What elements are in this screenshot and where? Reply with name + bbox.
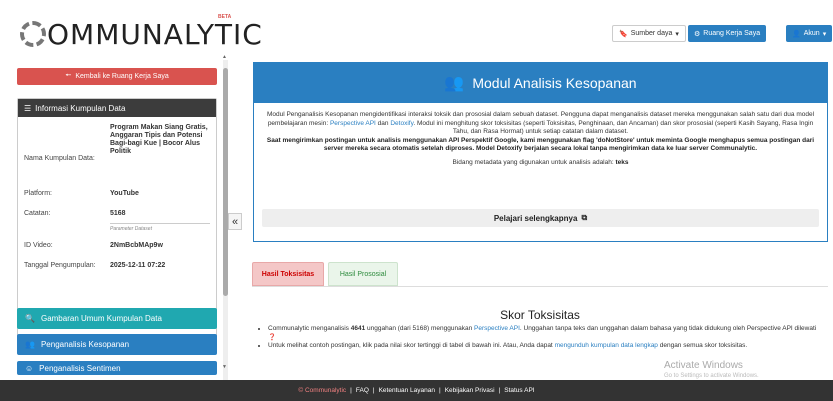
note-text: unggahan (dari 5168) menggunakan	[367, 325, 473, 332]
dataset-info-panel: ☰ Informasi Kumpulan Data Nama Kumpulan …	[17, 98, 217, 338]
footer-brand-link[interactable]: © Communalytic	[298, 387, 346, 394]
separator: |	[350, 387, 352, 394]
resources-dropdown[interactable]: 🔖 Sumber daya ▾	[612, 25, 686, 42]
dataset-info-title: Informasi Kumpulan Data	[35, 103, 126, 113]
metadata-value: teks	[615, 158, 629, 166]
footer-faq-link[interactable]: FAQ	[356, 387, 369, 394]
sidebar-scrollbar-thumb[interactable]	[223, 68, 228, 296]
metadata-label: Bidang metadata yang digunakan untuk ana…	[452, 158, 614, 166]
beta-badge: BETA	[218, 14, 232, 20]
users-icon: 👥	[25, 340, 35, 349]
resources-label: Sumber daya	[630, 30, 673, 37]
sidebar-item-sentiment[interactable]: ☺ Penganalisis Sentimen	[17, 361, 217, 375]
learn-more-button[interactable]: Pelajari selengkapnya ⧉	[262, 209, 819, 227]
and-text: dan	[377, 119, 389, 127]
video-id-label: ID Video:	[24, 242, 53, 249]
users-icon: 👥	[444, 75, 465, 92]
separator: |	[438, 387, 441, 394]
dataset-name-label: Nama Kumpulan Data:	[24, 155, 95, 162]
sidebar-item-label: Gambaran Umum Kumpulan Data	[40, 314, 162, 323]
gear-icon: ⚙	[694, 30, 701, 38]
metadata-field-line: Bidang metadata yang digunakan untuk ana…	[264, 159, 817, 168]
note-text: . Unggahan tanpa teks dan unggahan dalam…	[519, 325, 817, 332]
sidebar: 🠔 Kembali ke Ruang Kerja Saya ☰ Informas…	[7, 60, 219, 380]
bookmark-icon: 🔖	[619, 30, 628, 38]
note-text: dengan semua skor toksisitas.	[659, 342, 748, 349]
back-label: Kembali ke Ruang Kerja Saya	[75, 73, 169, 80]
double-chevron-left-icon: «	[231, 215, 239, 228]
arrow-left-icon: 🠔	[65, 72, 72, 79]
note-text: Communalytic menganalisis	[268, 325, 349, 332]
module-title: Modul Analisis Kesopanan	[472, 75, 637, 91]
list-item: Untuk melihat contoh postingan, klik pad…	[268, 342, 822, 351]
scroll-down-arrow-icon[interactable]: ▼	[222, 364, 227, 370]
scroll-up-arrow-icon[interactable]: ▲	[222, 54, 227, 60]
platform-value: YouTube	[110, 190, 139, 197]
module-description: Modul Penganalisis Kesopanan mengidentif…	[254, 103, 827, 175]
footer-terms-link[interactable]: Ketentuan Layanan	[379, 387, 435, 394]
learn-more-label: Pelajari selengkapnya	[493, 213, 578, 223]
separator: |	[498, 387, 501, 394]
sidebar-item-label: Penganalisis Sentimen	[39, 364, 121, 373]
workspace-button[interactable]: ⚙ Ruang Kerja Saya	[688, 25, 767, 42]
detoxify-link[interactable]: Detoxify	[390, 120, 413, 127]
module-header: 👥 Modul Analisis Kesopanan	[254, 63, 827, 103]
sidebar-item-civility[interactable]: 👥 Penganalisis Kesopanan	[17, 334, 217, 355]
download-dataset-link[interactable]: mengunduh kumpulan data lengkap	[555, 342, 658, 349]
external-link-icon: ⧉	[581, 213, 588, 222]
windows-activation-watermark: Activate Windows Go to Settings to activ…	[664, 360, 759, 382]
dataset-name-value: Program Makan Siang Gratis, Anggaran Tip…	[110, 124, 208, 155]
account-label: Akun	[803, 30, 820, 37]
module-intro-text-2: . Modul ini menghitung skor toksisitas (…	[413, 119, 814, 136]
sidebar-item-label: Penganalisis Kesopanan	[40, 340, 130, 349]
separator: |	[372, 387, 375, 394]
tab-prosocial-results[interactable]: Hasil Prososial	[328, 262, 398, 286]
collapse-sidebar-button[interactable]: «	[228, 213, 242, 230]
toxicity-section-title: Skor Toksisitas	[500, 308, 580, 322]
footer-privacy-link[interactable]: Kebijakan Privasi	[445, 387, 495, 394]
analyzed-count: 4641	[350, 325, 366, 332]
note-text: Untuk melihat contoh postingan, klik pad…	[268, 342, 553, 349]
sidebar-item-overview[interactable]: 🔍 Gambaran Umum Kumpulan Data	[17, 308, 217, 329]
records-value: 5168	[110, 210, 126, 217]
parameter-dataset-label: Parameter Dataset	[110, 226, 152, 232]
logo-text: OMMUNALYTIC	[47, 18, 263, 51]
caret-down-icon: ▾	[822, 30, 827, 38]
module-card: 👥 Modul Analisis Kesopanan Modul Pengana…	[253, 62, 828, 242]
caret-down-icon: ▾	[675, 30, 679, 38]
list-item: Communalytic menganalisis 4641 unggahan …	[268, 325, 822, 342]
records-label: Catatan:	[24, 210, 51, 217]
list-icon: ☰	[24, 103, 32, 113]
footer: © Communalytic | FAQ | Ketentuan Layanan…	[0, 380, 833, 401]
video-id-value: 2NmBcbMAp9w	[110, 242, 163, 249]
account-dropdown[interactable]: 👤 Akun ▾	[786, 25, 833, 42]
search-icon: 🔍	[25, 314, 35, 323]
footer-status-link[interactable]: Status API	[504, 387, 534, 394]
privacy-note: Saat mengirimkan postingan untuk analisi…	[266, 136, 815, 153]
top-bar: OMMUNALYTIC BETA 🔖 Sumber daya ▾ ⚙ Ruang…	[0, 0, 833, 60]
tab-divider	[252, 286, 828, 287]
workspace-label: Ruang Kerja Saya	[703, 30, 761, 37]
divider	[110, 223, 210, 224]
logo[interactable]: OMMUNALYTIC	[20, 18, 263, 51]
perspective-api-link[interactable]: Perspective API	[330, 120, 376, 127]
emotion-icon: ☺	[25, 364, 34, 373]
logo-c-mark	[20, 21, 46, 47]
collection-date-label: Tanggal Pengumpulan:	[24, 262, 96, 269]
user-icon: 👤	[792, 30, 801, 38]
toxicity-notes: Communalytic menganalisis 4641 unggahan …	[262, 325, 822, 351]
tab-toxicity-results[interactable]: Hasil Toksisitas	[252, 262, 324, 286]
back-to-workspace-button[interactable]: 🠔 Kembali ke Ruang Kerja Saya	[17, 68, 217, 85]
watermark-line1: Activate Windows	[664, 360, 743, 371]
collection-date-value: 2025-12-11 07:22	[110, 262, 166, 269]
platform-label: Platform:	[24, 190, 53, 197]
question-circle-icon[interactable]: ❓	[268, 334, 276, 341]
dataset-info-header: ☰ Informasi Kumpulan Data	[18, 99, 216, 117]
perspective-api-link[interactable]: Perspective API	[474, 325, 520, 332]
